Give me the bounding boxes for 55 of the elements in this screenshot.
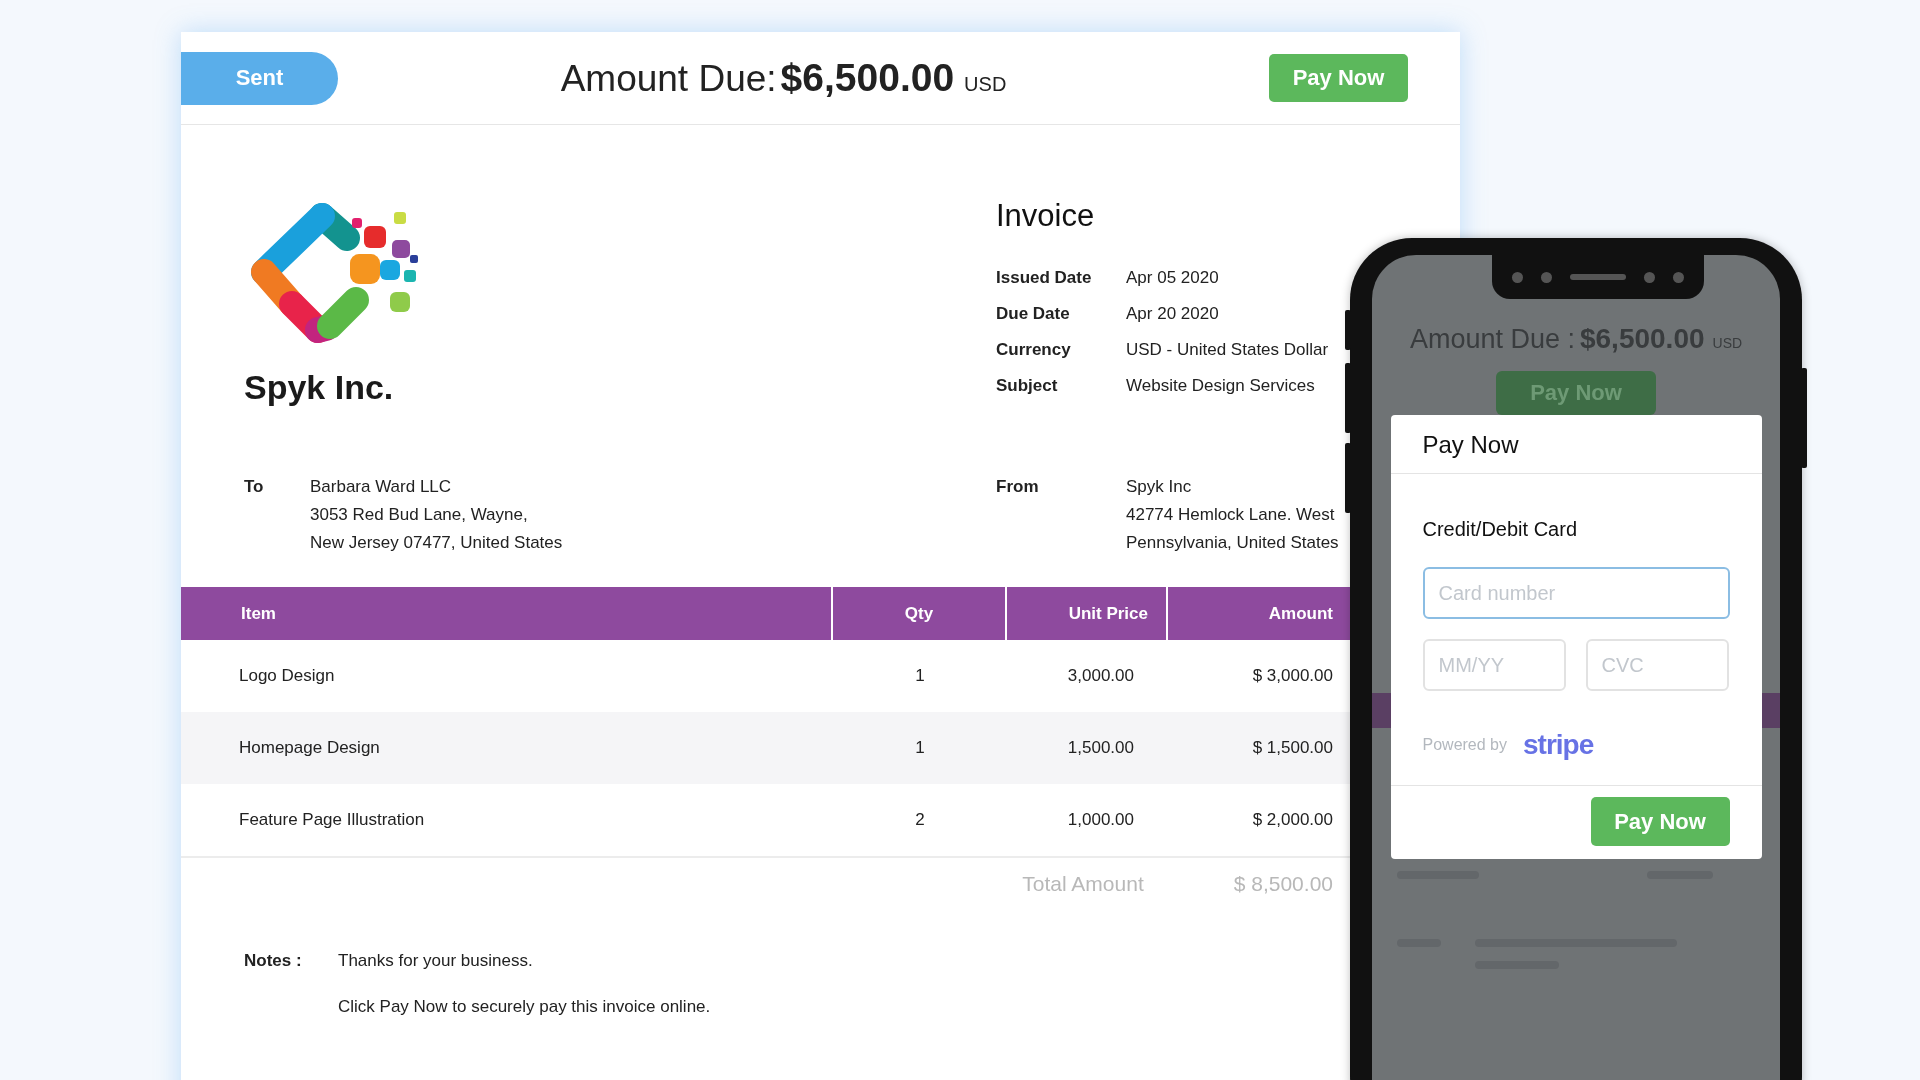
table-cell-text: Feature Page Illustration: [238, 810, 426, 830]
status-badge: Sent: [181, 51, 338, 105]
table-cell-text: 1: [914, 666, 926, 686]
section-label: Credit/Debit Card: [1422, 518, 1578, 541]
currency-label: USD: [964, 73, 1007, 96]
currency-label: USD: [1712, 335, 1743, 351]
note-text: Click Pay Now to securely pay this invoice online.: [338, 997, 712, 1017]
detail-label: Due Date: [996, 304, 1071, 324]
address-line: 3053 Red Bud Lane, Wayne,: [310, 504, 528, 526]
table-cell-text: 1,000.00: [1066, 810, 1135, 830]
from-label: From: [996, 476, 1040, 498]
company-name: Spyk Inc.: [244, 368, 394, 407]
detail-label: Currency: [996, 340, 1072, 360]
column-header: Unit Price: [1007, 587, 1168, 640]
notes-label: Notes :: [244, 951, 303, 972]
invoice-title: Invoice: [996, 198, 1095, 234]
detail-label: Subject: [996, 376, 1059, 396]
address-line: New Jersey 07477, United States: [310, 532, 563, 554]
column-header: Amount: [1168, 587, 1351, 640]
table-cell-text: Homepage Design: [238, 738, 381, 758]
table-cell-text: 2: [914, 810, 926, 830]
amount-due-label: Amount Due:: [560, 58, 777, 100]
amount-due-label: Amount Due :: [1409, 324, 1575, 355]
table-cell-text: Logo Design: [238, 666, 336, 686]
address-line: Pennsylvania, United States: [1126, 532, 1339, 554]
total-label: Total Amount: [1022, 872, 1144, 897]
card-number-field[interactable]: Card number: [1422, 567, 1730, 619]
detail-value: Apr 05 2020: [1126, 268, 1220, 288]
table-cell-text: 3,000.00: [1066, 666, 1135, 686]
detail-value: USD - United States Dollar: [1126, 340, 1329, 360]
detail-value: Apr 20 2020: [1126, 304, 1220, 324]
amount-due-value: $6,500.00: [1579, 323, 1705, 355]
note-text: Thanks for your business.: [338, 951, 534, 971]
address-line: 42774 Hemlock Lane. West: [1126, 504, 1335, 526]
table-cell-text: $ 3,000.00: [1251, 666, 1334, 686]
cvc-field[interactable]: CVC: [1585, 639, 1729, 691]
amount-due-value: $6,500.00: [780, 56, 955, 100]
table-cell-text: 1,500.00: [1066, 738, 1135, 758]
pay-now-button[interactable]: Pay Now: [1269, 54, 1408, 102]
to-label: To: [244, 476, 265, 498]
detail-label: Issued Date: [996, 268, 1093, 288]
submit-pay-button[interactable]: Pay Now: [1590, 797, 1730, 846]
address-line: Spyk Inc: [1126, 476, 1192, 498]
table-cell-text: $ 2,000.00: [1251, 810, 1334, 830]
address-line: Barbara Ward LLC: [310, 476, 452, 498]
expiry-field[interactable]: MM/YY: [1422, 639, 1566, 691]
detail-value: Website Design Services: [1126, 376, 1316, 396]
stripe-logo: stripe: [1523, 729, 1594, 761]
total-value: $ 8,500.00: [1233, 872, 1333, 897]
powered-by-text: Powered by: [1422, 736, 1507, 754]
dialog-title: Pay Now: [1390, 415, 1762, 474]
table-cell-text: $ 1,500.00: [1251, 738, 1334, 758]
table-cell-text: 1: [914, 738, 926, 758]
column-header: Qty: [833, 587, 1007, 640]
column-header: Item: [181, 587, 833, 640]
